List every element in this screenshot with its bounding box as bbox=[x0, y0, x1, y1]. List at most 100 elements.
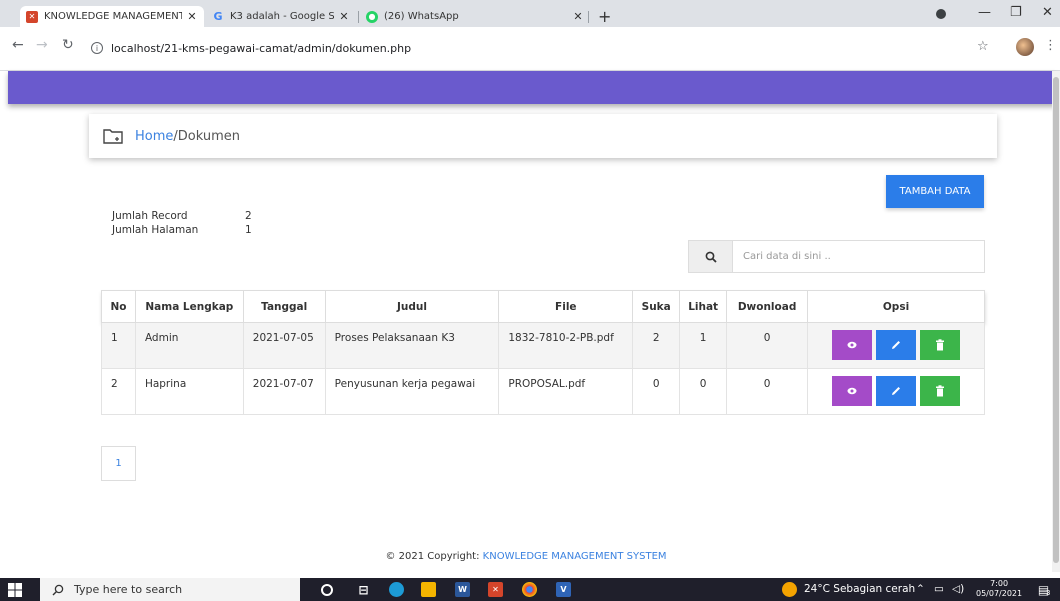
profile-indicator-icon[interactable] bbox=[936, 9, 946, 19]
eye-icon bbox=[847, 341, 857, 349]
search-button[interactable] bbox=[689, 241, 733, 272]
forward-icon[interactable]: → bbox=[36, 37, 48, 53]
breadcrumb-home-link[interactable]: Home bbox=[135, 129, 173, 144]
page-footer: © 2021 Copyright: KNOWLEDGE MANAGEMENT S… bbox=[0, 551, 1052, 562]
tab-close-icon[interactable]: ✕ bbox=[338, 10, 350, 23]
cell-opsi bbox=[807, 368, 985, 415]
taskbar-search-placeholder: Type here to search bbox=[74, 583, 183, 596]
cell-suka: 0 bbox=[632, 368, 681, 415]
view-button[interactable] bbox=[832, 376, 873, 406]
column-header: Judul bbox=[324, 290, 500, 323]
tab-separator bbox=[588, 11, 589, 23]
footer-brand-link[interactable]: KNOWLEDGE MANAGEMENT SYSTEM bbox=[483, 551, 667, 562]
page-scrollbar[interactable] bbox=[1052, 71, 1060, 572]
column-header: Dwonload bbox=[726, 290, 809, 323]
search-box bbox=[688, 240, 985, 273]
table-row: 2 Haprina 2021-07-07 Penyusunan kerja pe… bbox=[101, 368, 985, 415]
column-header: Nama Lengkap bbox=[134, 290, 244, 323]
column-header: Suka bbox=[632, 290, 681, 323]
search-icon bbox=[52, 584, 64, 595]
footer-copyright: © 2021 Copyright: bbox=[385, 551, 483, 562]
word-icon[interactable]: W bbox=[455, 582, 470, 597]
view-button[interactable] bbox=[832, 330, 873, 360]
cell-no: 1 bbox=[101, 322, 136, 369]
weather-text[interactable]: 24°C Sebagian cerah bbox=[804, 583, 915, 595]
browser-tab-strip: ✕ KNOWLEDGE MANAGEMENT SY ✕ G K3 adalah … bbox=[0, 0, 1060, 27]
cell-suka: 2 bbox=[632, 322, 681, 369]
windows-start-icon[interactable] bbox=[8, 583, 22, 597]
folder-add-icon bbox=[103, 129, 123, 144]
trash-icon bbox=[936, 385, 945, 397]
column-header: Tanggal bbox=[242, 290, 326, 323]
cell-lihat: 1 bbox=[679, 322, 728, 369]
edge-icon[interactable] bbox=[389, 582, 404, 597]
weather-icon bbox=[782, 582, 797, 597]
scrollbar-thumb[interactable] bbox=[1053, 77, 1059, 563]
taskbar-clock[interactable]: 7:00 05/07/2021 bbox=[976, 579, 1022, 599]
minimize-icon[interactable]: — bbox=[978, 5, 991, 20]
cell-tanggal: 2021-07-05 bbox=[242, 322, 326, 369]
notification-count: 3 bbox=[1046, 589, 1051, 597]
cell-download: 0 bbox=[726, 322, 809, 369]
breadcrumb-current: Dokumen bbox=[177, 128, 241, 144]
visio-icon[interactable]: V bbox=[556, 582, 571, 597]
cell-file: 1832-7810-2-PB.pdf bbox=[498, 322, 634, 369]
reload-icon[interactable]: ↻ bbox=[62, 37, 74, 53]
file-explorer-icon[interactable] bbox=[421, 582, 436, 597]
search-input[interactable] bbox=[733, 241, 984, 272]
tab-kms[interactable]: ✕ KNOWLEDGE MANAGEMENT SY ✕ bbox=[20, 6, 204, 27]
tab-close-icon[interactable]: ✕ bbox=[186, 10, 198, 23]
profile-avatar[interactable] bbox=[1016, 38, 1034, 56]
page-count-label: Jumlah Halaman bbox=[112, 224, 199, 236]
taskbar-search[interactable]: Type here to search bbox=[40, 578, 300, 601]
tab-close-icon[interactable]: ✕ bbox=[572, 10, 584, 23]
tab-whatsapp[interactable]: ● (26) WhatsApp ✕ bbox=[360, 6, 590, 27]
xampp-favicon-icon: ✕ bbox=[26, 10, 38, 23]
tray-chevron-icon[interactable]: ⌃ bbox=[916, 583, 925, 595]
whatsapp-favicon-icon: ● bbox=[366, 10, 378, 23]
tab-title: (26) WhatsApp bbox=[384, 11, 459, 22]
back-icon[interactable]: ← bbox=[12, 37, 24, 53]
column-header: Opsi bbox=[807, 290, 985, 323]
add-data-button[interactable]: TAMBAH DATA bbox=[886, 175, 984, 208]
url-text: localhost/21-kms-pegawai-camat/admin/dok… bbox=[111, 41, 412, 55]
pencil-icon bbox=[892, 387, 901, 395]
page-count-value: 1 bbox=[245, 224, 252, 236]
edit-button[interactable] bbox=[876, 376, 917, 406]
volume-icon[interactable]: ◁) bbox=[952, 583, 964, 595]
bookmark-star-icon[interactable]: ☆ bbox=[977, 39, 989, 54]
cortana-icon[interactable] bbox=[321, 584, 333, 596]
close-window-icon[interactable]: ✕ bbox=[1042, 5, 1053, 20]
record-count-value: 2 bbox=[245, 210, 252, 222]
pagination-page-1[interactable]: 1 bbox=[101, 446, 136, 481]
address-bar[interactable]: i localhost/21-kms-pegawai-camat/admin/d… bbox=[91, 35, 991, 61]
documents-table: No Nama Lengkap Tanggal Judul File Suka … bbox=[101, 290, 985, 415]
site-info-icon[interactable]: i bbox=[91, 42, 103, 54]
network-icon[interactable]: ▭ bbox=[934, 583, 944, 595]
column-header: No bbox=[101, 290, 136, 323]
cell-download: 0 bbox=[726, 368, 809, 415]
cell-judul: Proses Pelaksanaan K3 bbox=[324, 322, 500, 369]
clock-date: 05/07/2021 bbox=[976, 589, 1023, 598]
top-navbar bbox=[8, 71, 1056, 104]
delete-button[interactable] bbox=[920, 330, 961, 360]
cell-nama: Haprina bbox=[134, 368, 244, 415]
xampp-icon[interactable]: ✕ bbox=[488, 582, 503, 597]
tab-google-search[interactable]: G K3 adalah - Google Search ✕ bbox=[206, 6, 356, 27]
delete-button[interactable] bbox=[920, 376, 961, 406]
edit-button[interactable] bbox=[876, 330, 917, 360]
tab-title: KNOWLEDGE MANAGEMENT SY bbox=[44, 11, 182, 22]
chrome-icon[interactable] bbox=[522, 582, 537, 597]
browser-toolbar: ← → ↻ i localhost/21-kms-pegawai-camat/a… bbox=[0, 27, 1060, 71]
windows-taskbar: Type here to search ⊟ W ✕ V 24°C Sebagia… bbox=[0, 578, 1060, 601]
breadcrumb: Home / Dokumen bbox=[89, 114, 997, 158]
pencil-icon bbox=[892, 341, 901, 349]
record-stats: Jumlah Record 2 Jumlah Halaman 1 bbox=[112, 209, 252, 237]
new-tab-icon[interactable]: + bbox=[598, 7, 611, 26]
task-view-icon[interactable]: ⊟ bbox=[356, 582, 371, 597]
eye-icon bbox=[847, 387, 857, 395]
menu-kebab-icon[interactable]: ⋮ bbox=[1044, 38, 1057, 53]
restore-icon[interactable]: ❐ bbox=[1010, 5, 1022, 20]
cell-opsi bbox=[807, 322, 985, 369]
tab-separator bbox=[358, 11, 359, 23]
